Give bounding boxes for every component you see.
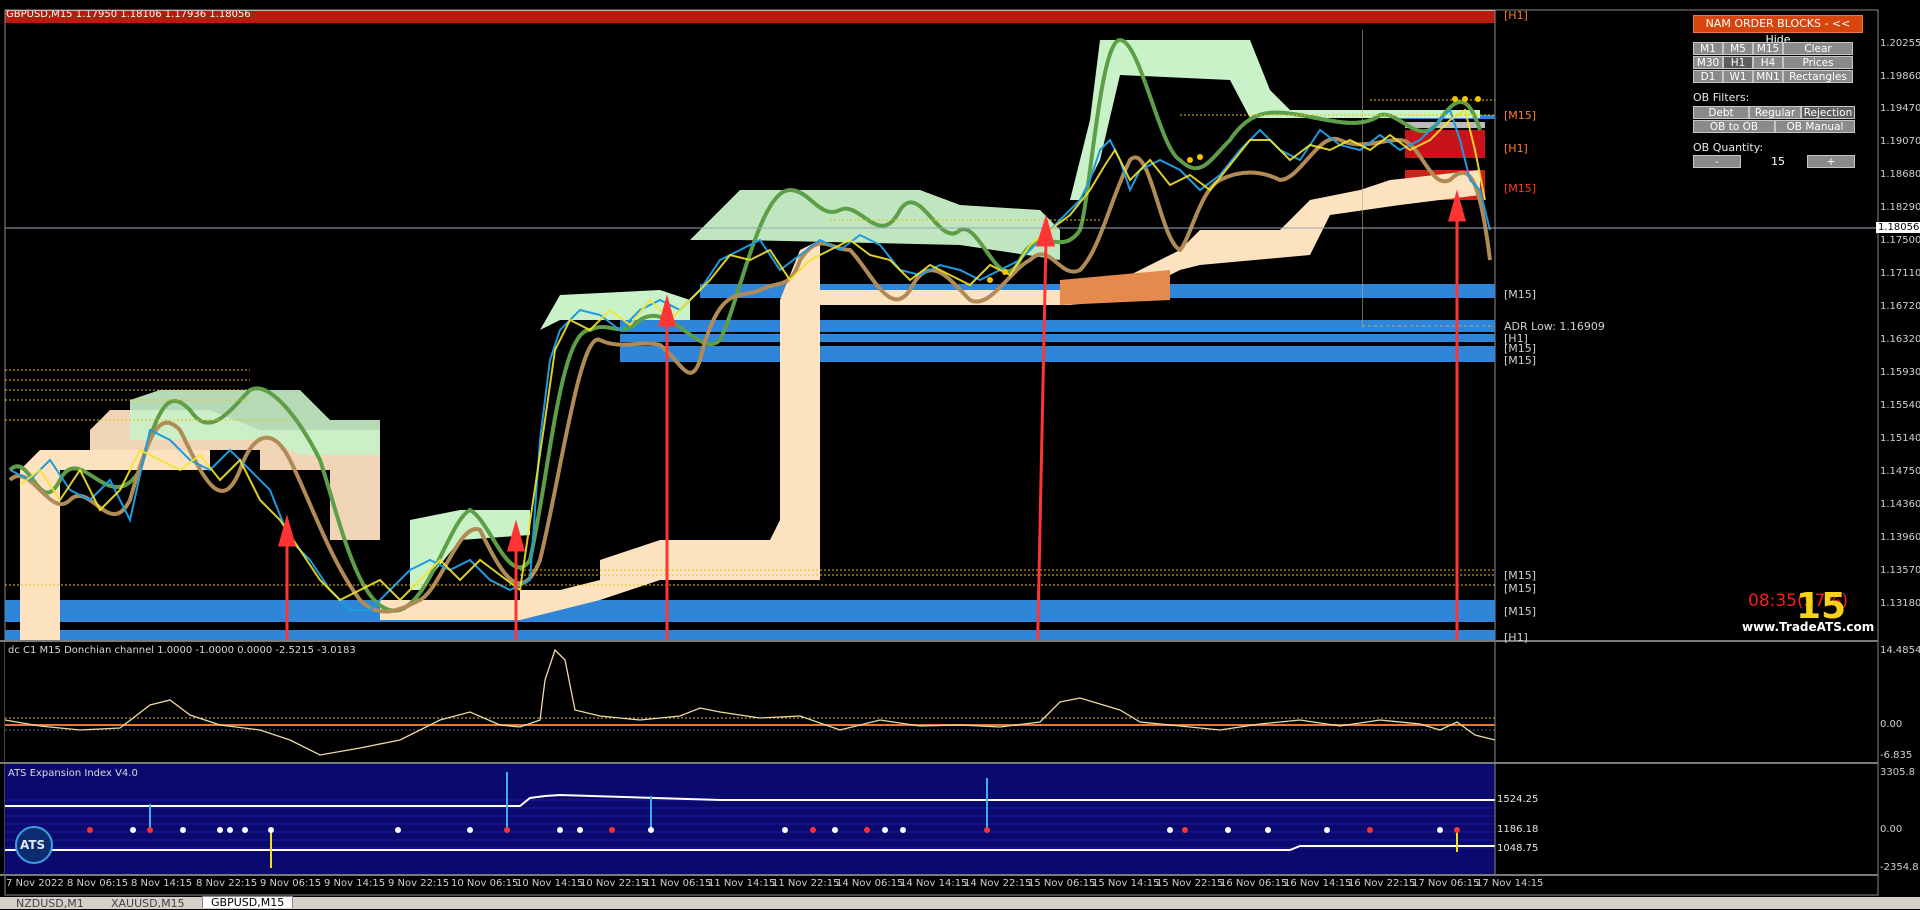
indicator2-level: 1048.75 xyxy=(1497,843,1539,854)
indicator2-title: ATS Expansion Index V4.0 xyxy=(8,768,138,779)
ats-logo-text: ATS xyxy=(20,838,46,852)
price-tick: 1.13570 xyxy=(1880,565,1920,576)
tab-nzdusd[interactable]: NZDUSD,M1 xyxy=(8,898,92,910)
price-tick: 1.15140 xyxy=(1880,433,1920,444)
price-tick: 1.15930 xyxy=(1880,367,1920,378)
time-tick: 16 Nov 14:15 xyxy=(1284,878,1352,889)
tf-h1-button[interactable]: H1 xyxy=(1723,56,1753,69)
zone-tag: [M15] xyxy=(1504,109,1537,122)
zone-tag: [M15] xyxy=(1504,569,1537,582)
time-tick: 8 Nov 14:15 xyxy=(131,878,193,889)
price-tick: 1.18680 xyxy=(1880,169,1920,180)
tf-m5-button[interactable]: M5 xyxy=(1723,42,1753,55)
indicator1-axis-tick: 0.00 xyxy=(1880,719,1903,730)
prices-button[interactable]: Prices xyxy=(1783,56,1853,69)
tf-m15-button[interactable]: M15 xyxy=(1753,42,1783,55)
price-tick: 1.13960 xyxy=(1880,532,1920,543)
tf-w1-button[interactable]: W1 xyxy=(1723,70,1753,83)
price-tick: 1.19860 xyxy=(1880,71,1920,82)
zone-tag: [M15] xyxy=(1504,354,1537,367)
quantity-plus-button[interactable]: + xyxy=(1807,155,1855,168)
time-tick: 9 Nov 22:15 xyxy=(388,878,450,889)
clear-button[interactable]: Clear xyxy=(1783,42,1853,55)
indicator2-level: 1524.25 xyxy=(1497,794,1539,805)
price-tick: 1.14750 xyxy=(1880,466,1920,477)
price-tick: 1.16320 xyxy=(1880,334,1920,345)
rectangles-button[interactable]: Rectangles xyxy=(1783,70,1853,83)
time-tick: 7 Nov 2022 xyxy=(6,878,64,889)
filter-regular-button[interactable]: Regular xyxy=(1749,106,1801,119)
price-tick: 1.13180 xyxy=(1880,598,1920,609)
tab-gbpusd[interactable]: GBPUSD,M15 xyxy=(202,896,294,909)
time-tick: 16 Nov 22:15 xyxy=(1348,878,1416,889)
ob-filters-label: OB Filters: xyxy=(1693,91,1750,104)
separator-2 xyxy=(0,762,1878,764)
indicator1-bg xyxy=(5,642,1495,762)
time-tick: 14 Nov 22:15 xyxy=(964,878,1032,889)
zone-tag: [M15] xyxy=(1504,182,1537,195)
time-tick: 16 Nov 06:15 xyxy=(1220,878,1288,889)
quantity-value: 15 xyxy=(1771,155,1785,168)
time-tick: 8 Nov 06:15 xyxy=(67,878,129,889)
zone-tag: [H1] xyxy=(1504,631,1528,644)
price-tick: 1.14360 xyxy=(1880,499,1920,510)
time-tick: 10 Nov 22:15 xyxy=(580,878,648,889)
price-tick: 1.19070 xyxy=(1880,136,1920,147)
time-tick: 9 Nov 14:15 xyxy=(324,878,386,889)
zone-tag: [H1] xyxy=(1504,9,1528,22)
indicator1-title: dc C1 M15 Donchian channel 1.0000 -1.000… xyxy=(8,645,356,656)
current-price-label: 1.18056 xyxy=(1876,222,1920,233)
indicator2-axis-tick: -2354.8 xyxy=(1880,862,1919,873)
price-tick: 1.19470 xyxy=(1880,103,1920,114)
indicator2-bg xyxy=(5,764,1495,874)
tab-xauusd[interactable]: XAUUSD,M15 xyxy=(103,898,193,910)
time-tick: 14 Nov 14:15 xyxy=(900,878,968,889)
time-tick: 8 Nov 22:15 xyxy=(196,878,258,889)
separator-3 xyxy=(0,874,1878,876)
time-tick: 14 Nov 06:15 xyxy=(836,878,904,889)
ob-hide-button[interactable]: NAM ORDER BLOCKS - << Hide xyxy=(1693,15,1863,46)
time-tick: 17 Nov 14:15 xyxy=(1476,878,1544,889)
time-tick: 15 Nov 06:15 xyxy=(1028,878,1096,889)
ob-manual-button[interactable]: OB Manual xyxy=(1775,120,1855,133)
quantity-minus-button[interactable]: - xyxy=(1693,155,1741,168)
price-tick: 1.17500 xyxy=(1880,235,1920,246)
dashed-levels xyxy=(5,99,1495,586)
time-tick: 9 Nov 06:15 xyxy=(260,878,322,889)
main-chart[interactable] xyxy=(0,0,1920,909)
time-tick: 10 Nov 06:15 xyxy=(451,878,519,889)
indicator2-level: 1186.18 xyxy=(1497,824,1539,835)
indicator1-axis-tick: 14.4854 xyxy=(1880,645,1920,656)
time-tick: 17 Nov 06:15 xyxy=(1412,878,1480,889)
time-tick: 11 Nov 14:15 xyxy=(708,878,776,889)
tf-h4-button[interactable]: H4 xyxy=(1753,56,1783,69)
price-tick: 1.17110 xyxy=(1880,268,1920,279)
time-tick: 10 Nov 14:15 xyxy=(516,878,584,889)
price-tick: 1.18290 xyxy=(1880,202,1920,213)
tf-d1-button[interactable]: D1 xyxy=(1693,70,1723,83)
filter-debt-button[interactable]: Debt xyxy=(1693,106,1749,119)
time-tick: 11 Nov 06:15 xyxy=(644,878,712,889)
separator-1 xyxy=(0,640,1878,642)
indicator2-axis-tick: 3305.8 xyxy=(1880,767,1915,778)
ob-quantity-label: OB Quantity: xyxy=(1693,141,1764,154)
time-tick: 15 Nov 14:15 xyxy=(1092,878,1160,889)
price-tick: 1.20255 xyxy=(1880,38,1920,49)
filter-rejection-button[interactable]: Rejection xyxy=(1801,106,1855,119)
zone-tag: [M15] xyxy=(1504,605,1537,618)
price-tick: 1.15540 xyxy=(1880,400,1920,411)
price-tick: 1.16720 xyxy=(1880,301,1920,312)
time-tick: 11 Nov 22:15 xyxy=(772,878,840,889)
zone-tag: [M15] xyxy=(1504,288,1537,301)
tf-m30-button[interactable]: M30 xyxy=(1693,56,1723,69)
zone-tag: [H1] xyxy=(1504,142,1528,155)
zone-tag: [M15] xyxy=(1504,582,1537,595)
website-watermark: www.TradeATS.com xyxy=(1742,620,1875,634)
ob-to-ob-button[interactable]: OB to OB xyxy=(1693,120,1775,133)
time-tick: 15 Nov 22:15 xyxy=(1156,878,1224,889)
indicator1-axis-tick: -6.835 xyxy=(1880,750,1913,761)
tf-m1-button[interactable]: M1 xyxy=(1693,42,1723,55)
tf-mn1-button[interactable]: MN1 xyxy=(1753,70,1783,83)
indicator2-axis-tick: 0.00 xyxy=(1880,824,1903,835)
